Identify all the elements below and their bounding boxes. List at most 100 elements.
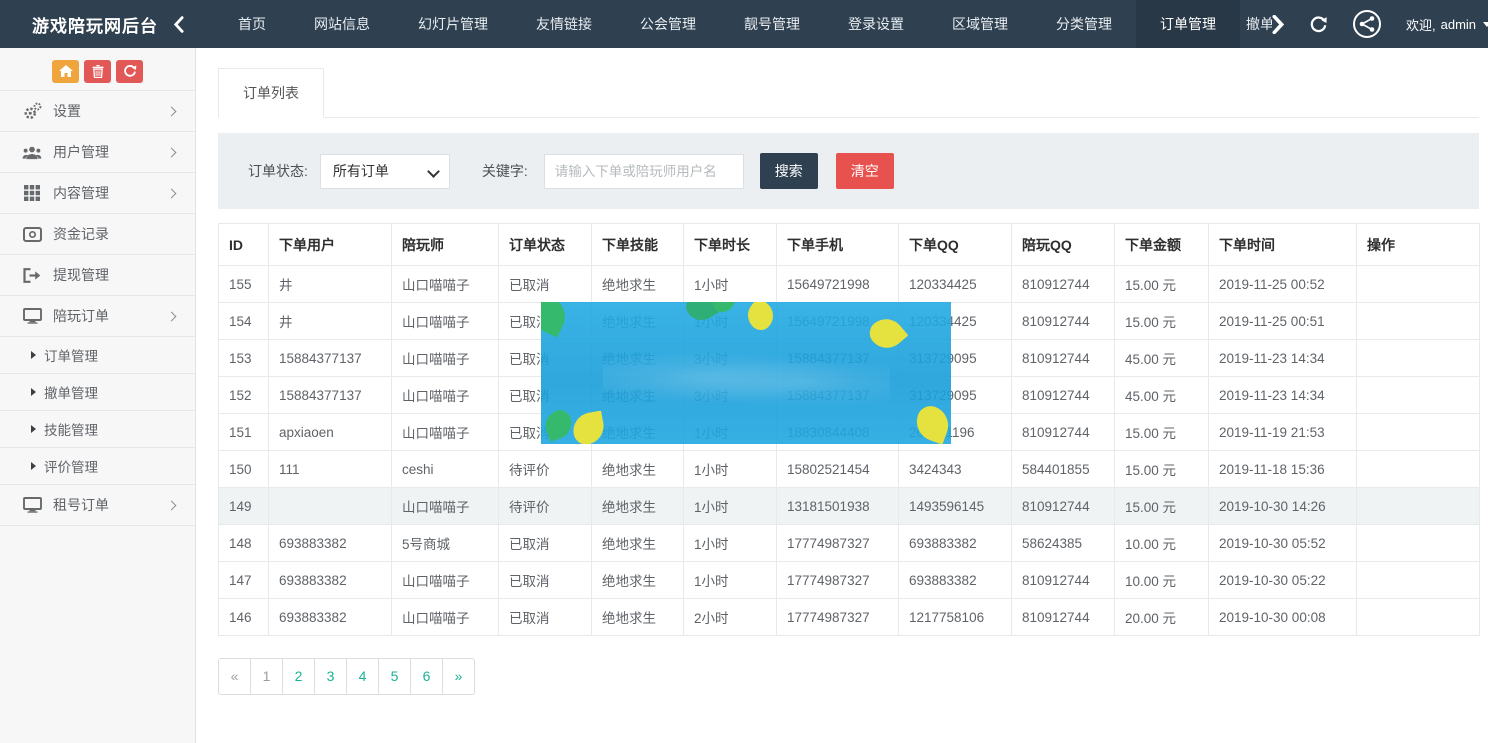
- table-row[interactable]: 15215884377137山口喵喵子已取消绝地求生3小时15884377137…: [219, 377, 1480, 414]
- table-row[interactable]: 155井山口喵喵子已取消绝地求生1小时156497219981203344258…: [219, 266, 1480, 303]
- search-button[interactable]: 搜索: [760, 153, 818, 189]
- table-cell: 绝地求生: [592, 303, 684, 340]
- table-cell: 绝地求生: [592, 340, 684, 377]
- sign-out-icon: [22, 268, 42, 283]
- nav-item-8[interactable]: 区域管理: [928, 0, 1032, 48]
- caret-right-icon: [31, 388, 36, 396]
- table-cell: 10.00 元: [1115, 562, 1209, 599]
- topbar-nav: 首页网站信息幻灯片管理友情链接公会管理靓号管理登录设置区域管理分类管理订单管理撤…: [214, 0, 1272, 48]
- page-button-6[interactable]: 6: [410, 658, 443, 695]
- sidebar-item-label: 用户管理: [53, 142, 109, 162]
- page-button-5[interactable]: 5: [378, 658, 411, 695]
- table-cell: 15884377137: [269, 377, 392, 414]
- sidebar-item-陪玩订单[interactable]: 陪玩订单: [0, 296, 195, 337]
- nav-item-10[interactable]: 订单管理: [1136, 0, 1240, 48]
- column-header: 陪玩QQ: [1012, 224, 1115, 266]
- nav-next-icon[interactable]: [1272, 15, 1285, 34]
- table-cell: 15.00 元: [1115, 488, 1209, 525]
- page-button-»[interactable]: »: [442, 658, 475, 695]
- table-cell: 1小时: [684, 414, 777, 451]
- sidebar-item-提现管理[interactable]: 提现管理: [0, 255, 195, 296]
- sidebar-subitem-撤单管理[interactable]: 撤单管理: [0, 374, 195, 411]
- table-row[interactable]: 151apxiaoen山口喵喵子已取消绝地求生1小时18830844408201…: [219, 414, 1480, 451]
- caret-right-icon: [31, 425, 36, 433]
- table-cell: 1493596145: [899, 488, 1012, 525]
- sidebar-item-资金记录[interactable]: 资金记录: [0, 214, 195, 255]
- nav-item-2[interactable]: 网站信息: [290, 0, 394, 48]
- sidebar-item-label: 内容管理: [53, 183, 109, 203]
- user-menu[interactable]: 欢迎, admin: [1406, 15, 1488, 34]
- table-row[interactable]: 15315884377137山口喵喵子已取消绝地求生3小时15884377137…: [219, 340, 1480, 377]
- table-cell: 1小时: [684, 266, 777, 303]
- column-header: 下单手机: [777, 224, 899, 266]
- nav-item-6[interactable]: 靓号管理: [720, 0, 824, 48]
- nav-item-3[interactable]: 幻灯片管理: [394, 0, 512, 48]
- clear-button[interactable]: 清空: [836, 153, 894, 189]
- table-cell: 待评价: [499, 451, 592, 488]
- recycle-button[interactable]: [116, 60, 143, 83]
- table-cell: 15649721998: [777, 266, 899, 303]
- table-cell: 2019-10-30 14:26: [1209, 488, 1357, 525]
- table-cell: 1小时: [684, 488, 777, 525]
- page-button-4[interactable]: 4: [346, 658, 379, 695]
- welcome-text: 欢迎,: [1406, 15, 1436, 34]
- table-row[interactable]: 149山口喵喵子待评价绝地求生1小时1318150193814935961458…: [219, 488, 1480, 525]
- nav-item-11[interactable]: 撤单管理: [1240, 0, 1272, 48]
- sidebar-subitem-label: 技能管理: [44, 419, 98, 439]
- sidebar-item-租号订单[interactable]: 租号订单: [0, 485, 195, 526]
- table-cell: 15884377137: [777, 340, 899, 377]
- table-cell: [1357, 377, 1480, 414]
- column-header: 订单状态: [499, 224, 592, 266]
- sidebar-subitem-订单管理[interactable]: 订单管理: [0, 337, 195, 374]
- table-row[interactable]: 146693883382山口喵喵子已取消绝地求生2小时1777498732712…: [219, 599, 1480, 636]
- sidebar-item-用户管理[interactable]: 用户管理: [0, 132, 195, 173]
- table-cell: 2019-11-25 00:51: [1209, 303, 1357, 340]
- column-header: 下单用户: [269, 224, 392, 266]
- table-cell: 2019-11-23 14:34: [1209, 377, 1357, 414]
- status-select[interactable]: 所有订单: [320, 154, 450, 189]
- nav-item-4[interactable]: 友情链接: [512, 0, 616, 48]
- table-row[interactable]: 1486938833825号商城已取消绝地求生1小时17774987327693…: [219, 525, 1480, 562]
- tab-order-list[interactable]: 订单列表: [218, 68, 324, 118]
- home-button[interactable]: [52, 60, 79, 83]
- sidebar-item-内容管理[interactable]: 内容管理: [0, 173, 195, 214]
- nav-item-9[interactable]: 分类管理: [1032, 0, 1136, 48]
- sidebar-collapse-icon[interactable]: [173, 16, 184, 33]
- table-cell: 155: [219, 266, 269, 303]
- table-cell: 已取消: [499, 525, 592, 562]
- table-cell: apxiaoen: [269, 414, 392, 451]
- table-row[interactable]: 147693883382山口喵喵子已取消绝地求生1小时1777498732769…: [219, 562, 1480, 599]
- caret-right-icon: [31, 462, 36, 470]
- chevron-right-icon: [167, 107, 177, 117]
- table-cell: 山口喵喵子: [392, 266, 499, 303]
- page-button-2[interactable]: 2: [282, 658, 315, 695]
- nav-item-7[interactable]: 登录设置: [824, 0, 928, 48]
- column-header: 操作: [1357, 224, 1480, 266]
- page-button-3[interactable]: 3: [314, 658, 347, 695]
- table-row[interactable]: 154井山口喵喵子已取消绝地求生1小时156497219981203344258…: [219, 303, 1480, 340]
- table-cell: [1357, 266, 1480, 303]
- sidebar-subitem-评价管理[interactable]: 评价管理: [0, 448, 195, 485]
- table-cell: 111: [269, 451, 392, 488]
- sidebar-item-设置[interactable]: 设置: [0, 91, 195, 132]
- trash-button[interactable]: [84, 60, 111, 83]
- table-cell: 5号商城: [392, 525, 499, 562]
- table-row[interactable]: 150111ceshi待评价绝地求生1小时1580252145434243435…: [219, 451, 1480, 488]
- table-cell: 810912744: [1012, 488, 1115, 525]
- table-cell: 1小时: [684, 303, 777, 340]
- nav-item-5[interactable]: 公会管理: [616, 0, 720, 48]
- table-cell: 山口喵喵子: [392, 562, 499, 599]
- avatar[interactable]: [1352, 9, 1382, 39]
- page-button-«: «: [218, 658, 251, 695]
- table-cell: 120334425: [899, 266, 1012, 303]
- nav-item-1[interactable]: 首页: [214, 0, 290, 48]
- caret-right-icon: [31, 351, 36, 359]
- table-cell: 150: [219, 451, 269, 488]
- table-cell: [1357, 488, 1480, 525]
- table-cell: 58624385: [1012, 525, 1115, 562]
- keyword-input[interactable]: [544, 154, 744, 189]
- main-content: 订单列表 订单状态: 所有订单 关键字: 搜索 清空 ID下单用户陪玩师订单状态…: [197, 48, 1488, 695]
- sidebar-subitem-技能管理[interactable]: 技能管理: [0, 411, 195, 448]
- refresh-icon[interactable]: [1309, 15, 1328, 34]
- table-cell: 313729095: [899, 340, 1012, 377]
